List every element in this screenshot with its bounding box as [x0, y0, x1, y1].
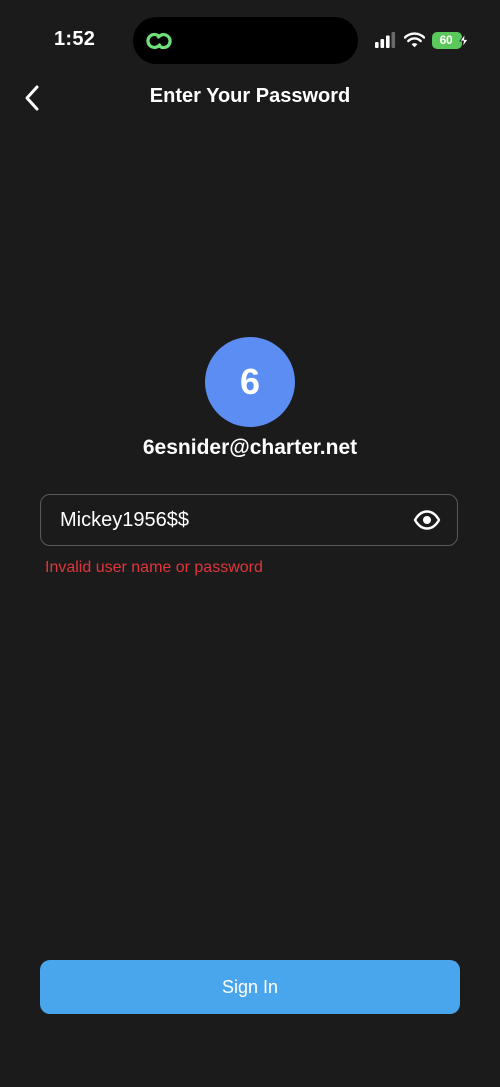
cellular-signal-icon — [375, 32, 396, 48]
linked-rings-icon — [146, 32, 172, 50]
error-message: Invalid user name or password — [45, 559, 263, 576]
password-input[interactable] — [60, 495, 400, 545]
status-time: 1:52 — [54, 28, 96, 50]
password-field — [40, 494, 458, 546]
wifi-icon — [404, 32, 425, 48]
charging-bolt-icon — [459, 33, 469, 47]
battery-level: 60 — [439, 33, 453, 47]
dynamic-island — [133, 17, 358, 64]
page-title: Enter Your Password — [149, 85, 351, 107]
sign-in-button[interactable]: Sign In — [40, 960, 460, 1014]
avatar: 6 — [205, 337, 295, 427]
eye-icon[interactable] — [413, 508, 441, 532]
battery-indicator: 60 — [432, 31, 469, 49]
account-email: 6esnider@charter.net — [142, 436, 358, 459]
status-indicators: 60 — [375, 30, 469, 50]
